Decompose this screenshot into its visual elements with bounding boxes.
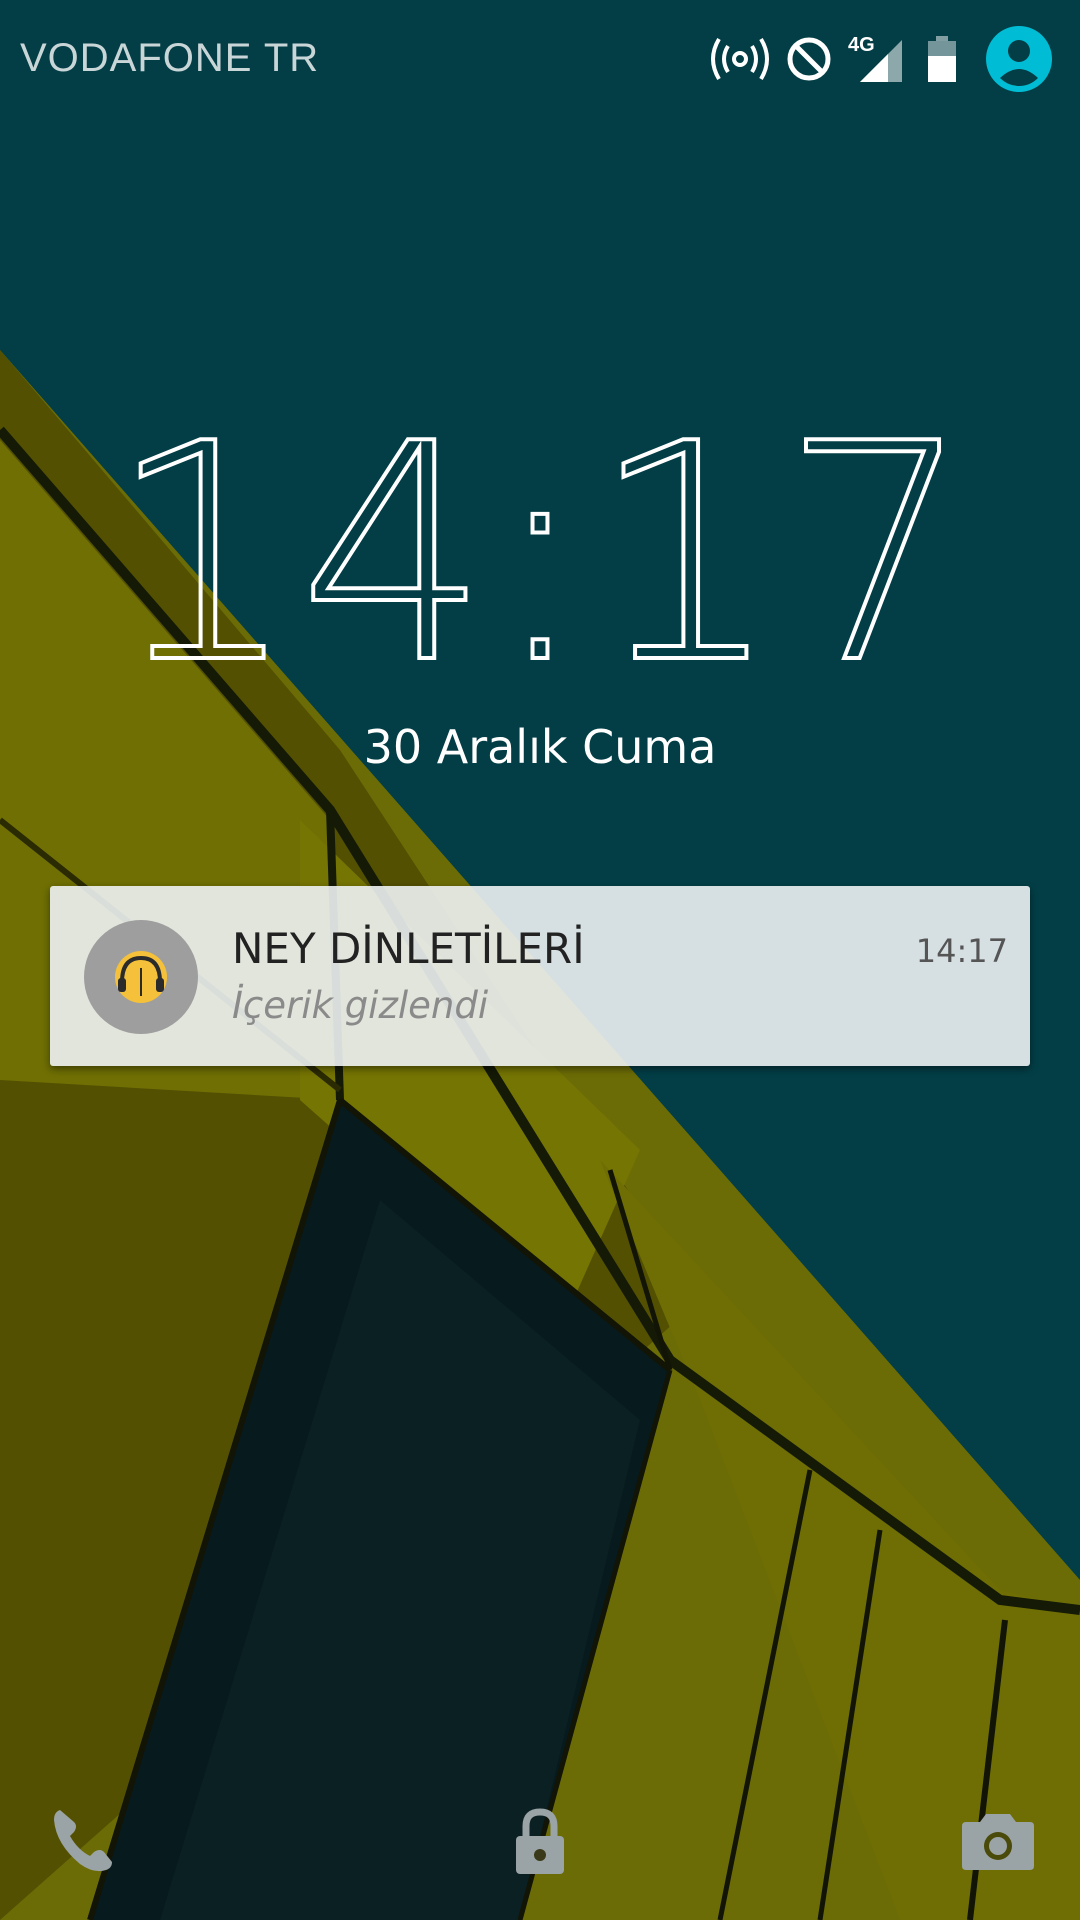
phone-icon[interactable] [44, 1800, 124, 1880]
lockscreen-date: 30 Aralık Cuma [363, 720, 717, 774]
status-bar: VODAFONE TR 4G [0, 0, 1080, 120]
signal-icon: 4G [848, 34, 904, 84]
lock-icon[interactable] [500, 1800, 580, 1880]
do-not-disturb-icon [787, 37, 831, 81]
hotspot-icon [711, 37, 769, 81]
notification-title: NEY DİNLETİLERİ [232, 924, 585, 973]
user-avatar-icon[interactable] [986, 26, 1052, 92]
notification-text: İçerik gizlendi [232, 984, 489, 1027]
ney-dinletileri-app-icon [84, 920, 198, 1034]
notification-time: 14:17 [915, 932, 1008, 970]
carrier-name: VODAFONE TR [20, 36, 320, 80]
battery-icon [928, 36, 956, 82]
camera-icon[interactable] [958, 1800, 1038, 1880]
clock-time: 14:17 [108, 400, 973, 690]
lockscreen-clock: 14:17 [106, 400, 975, 690]
notification-card[interactable]: NEY DİNLETİLERİ İçerik gizlendi 14:17 [50, 886, 1030, 1066]
